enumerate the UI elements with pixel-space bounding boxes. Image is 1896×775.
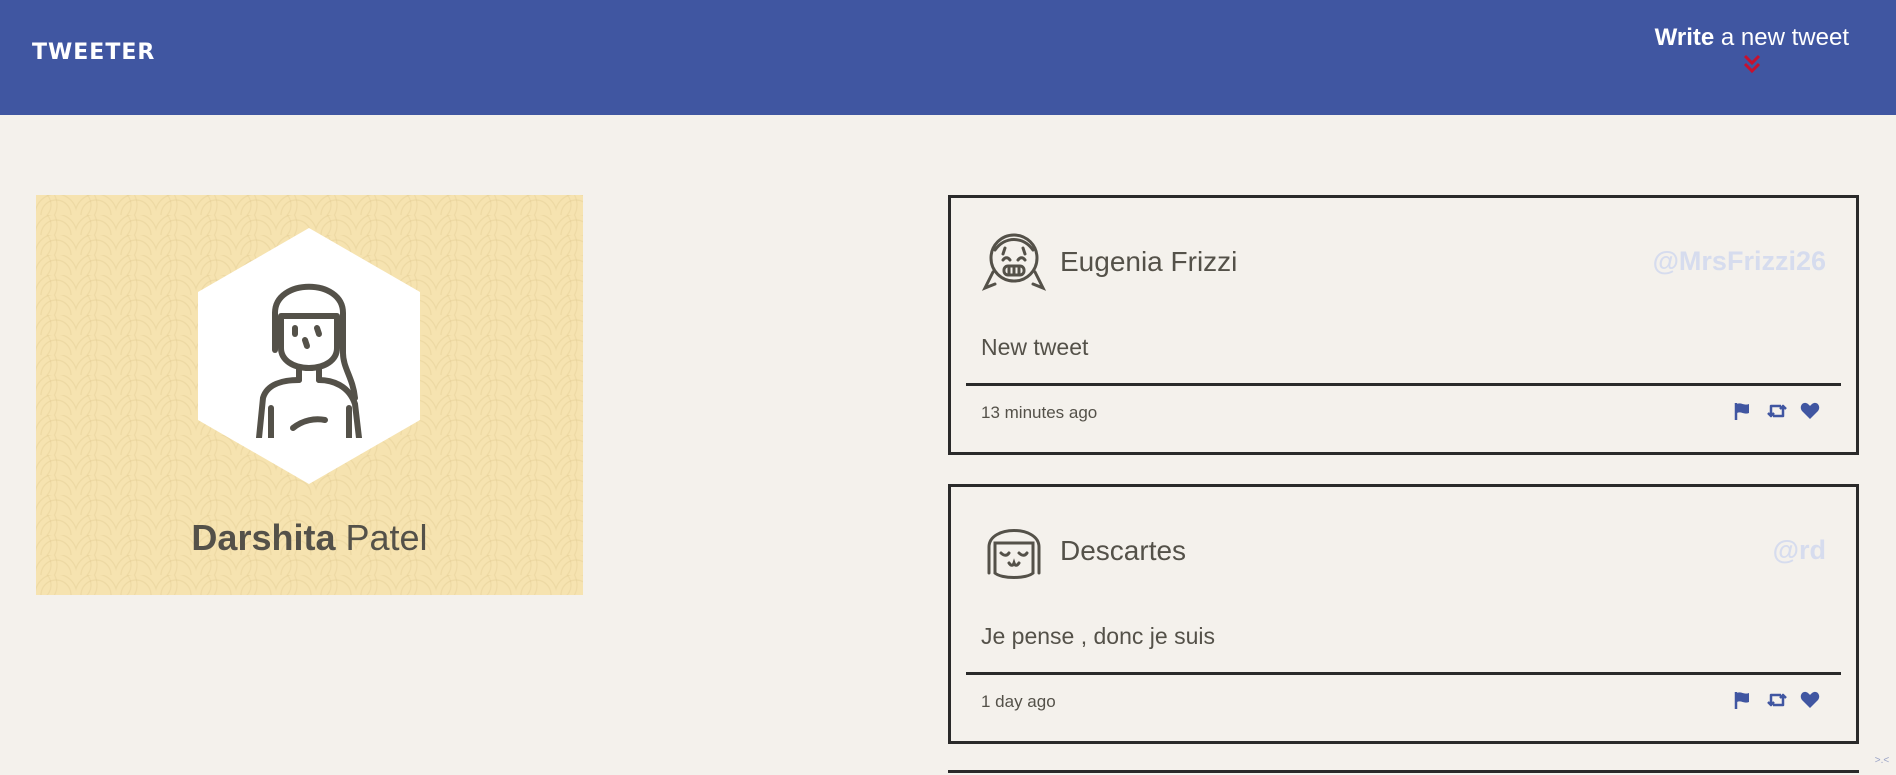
- profile-avatar-frame: [198, 228, 420, 484]
- tweet-header: Descartes @rd: [951, 487, 1856, 587]
- flag-icon[interactable]: [1732, 690, 1752, 710]
- tweet-card: Descartes @rd Je pense , donc je suis 1 …: [948, 484, 1859, 744]
- tweet-card: Eugenia Frizzi @MrsFrizzi26 New tweet 13…: [948, 195, 1859, 455]
- tweet-content: Je pense , donc je suis: [981, 623, 1215, 649]
- double-chevron-down-icon[interactable]: [1741, 54, 1763, 74]
- tweet-divider: [966, 672, 1841, 675]
- profile-first-name: Darshita: [191, 517, 336, 558]
- top-nav: TWEETER Write a new tweet: [0, 0, 1896, 115]
- bob-hair-avatar-icon: [987, 529, 1041, 579]
- profile-card: Darshita Patel: [36, 195, 583, 595]
- tweet-timestamp: 1 day ago: [981, 692, 1056, 711]
- tweet-actions: [1732, 401, 1820, 421]
- tweet-card-partial: [948, 770, 1859, 773]
- girl-avatar-icon: [256, 283, 362, 438]
- tweet-actions: [1732, 690, 1820, 710]
- retweet-icon[interactable]: [1766, 401, 1787, 421]
- compose-label-bold: Write: [1654, 24, 1715, 51]
- tweet-content: New tweet: [981, 334, 1089, 360]
- tweet-display-name: Eugenia Frizzi: [1060, 246, 1238, 277]
- write-new-tweet-button[interactable]: Write a new tweet: [1655, 24, 1849, 74]
- tweet-handle[interactable]: @MrsFrizzi26: [1653, 246, 1826, 277]
- profile-name: Darshita Patel: [36, 517, 583, 559]
- brand-logo[interactable]: TWEETER: [32, 40, 155, 65]
- profile-last-name: Patel: [345, 517, 428, 558]
- tweet-divider: [966, 383, 1841, 386]
- tweet-handle[interactable]: @rd: [1773, 535, 1826, 566]
- resize-handle-icon[interactable]: >.<: [1872, 755, 1892, 769]
- tweet-header: Eugenia Frizzi @MrsFrizzi26: [951, 198, 1856, 298]
- smiling-girl-avatar-icon: [981, 233, 1047, 291]
- heart-icon[interactable]: [1800, 690, 1820, 710]
- retweet-icon[interactable]: [1766, 690, 1787, 710]
- tweet-display-name: Descartes: [1060, 535, 1187, 566]
- heart-icon[interactable]: [1800, 401, 1820, 421]
- flag-icon[interactable]: [1732, 401, 1752, 421]
- compose-label-rest: a new tweet: [1714, 24, 1849, 51]
- tweet-timestamp: 13 minutes ago: [981, 403, 1098, 422]
